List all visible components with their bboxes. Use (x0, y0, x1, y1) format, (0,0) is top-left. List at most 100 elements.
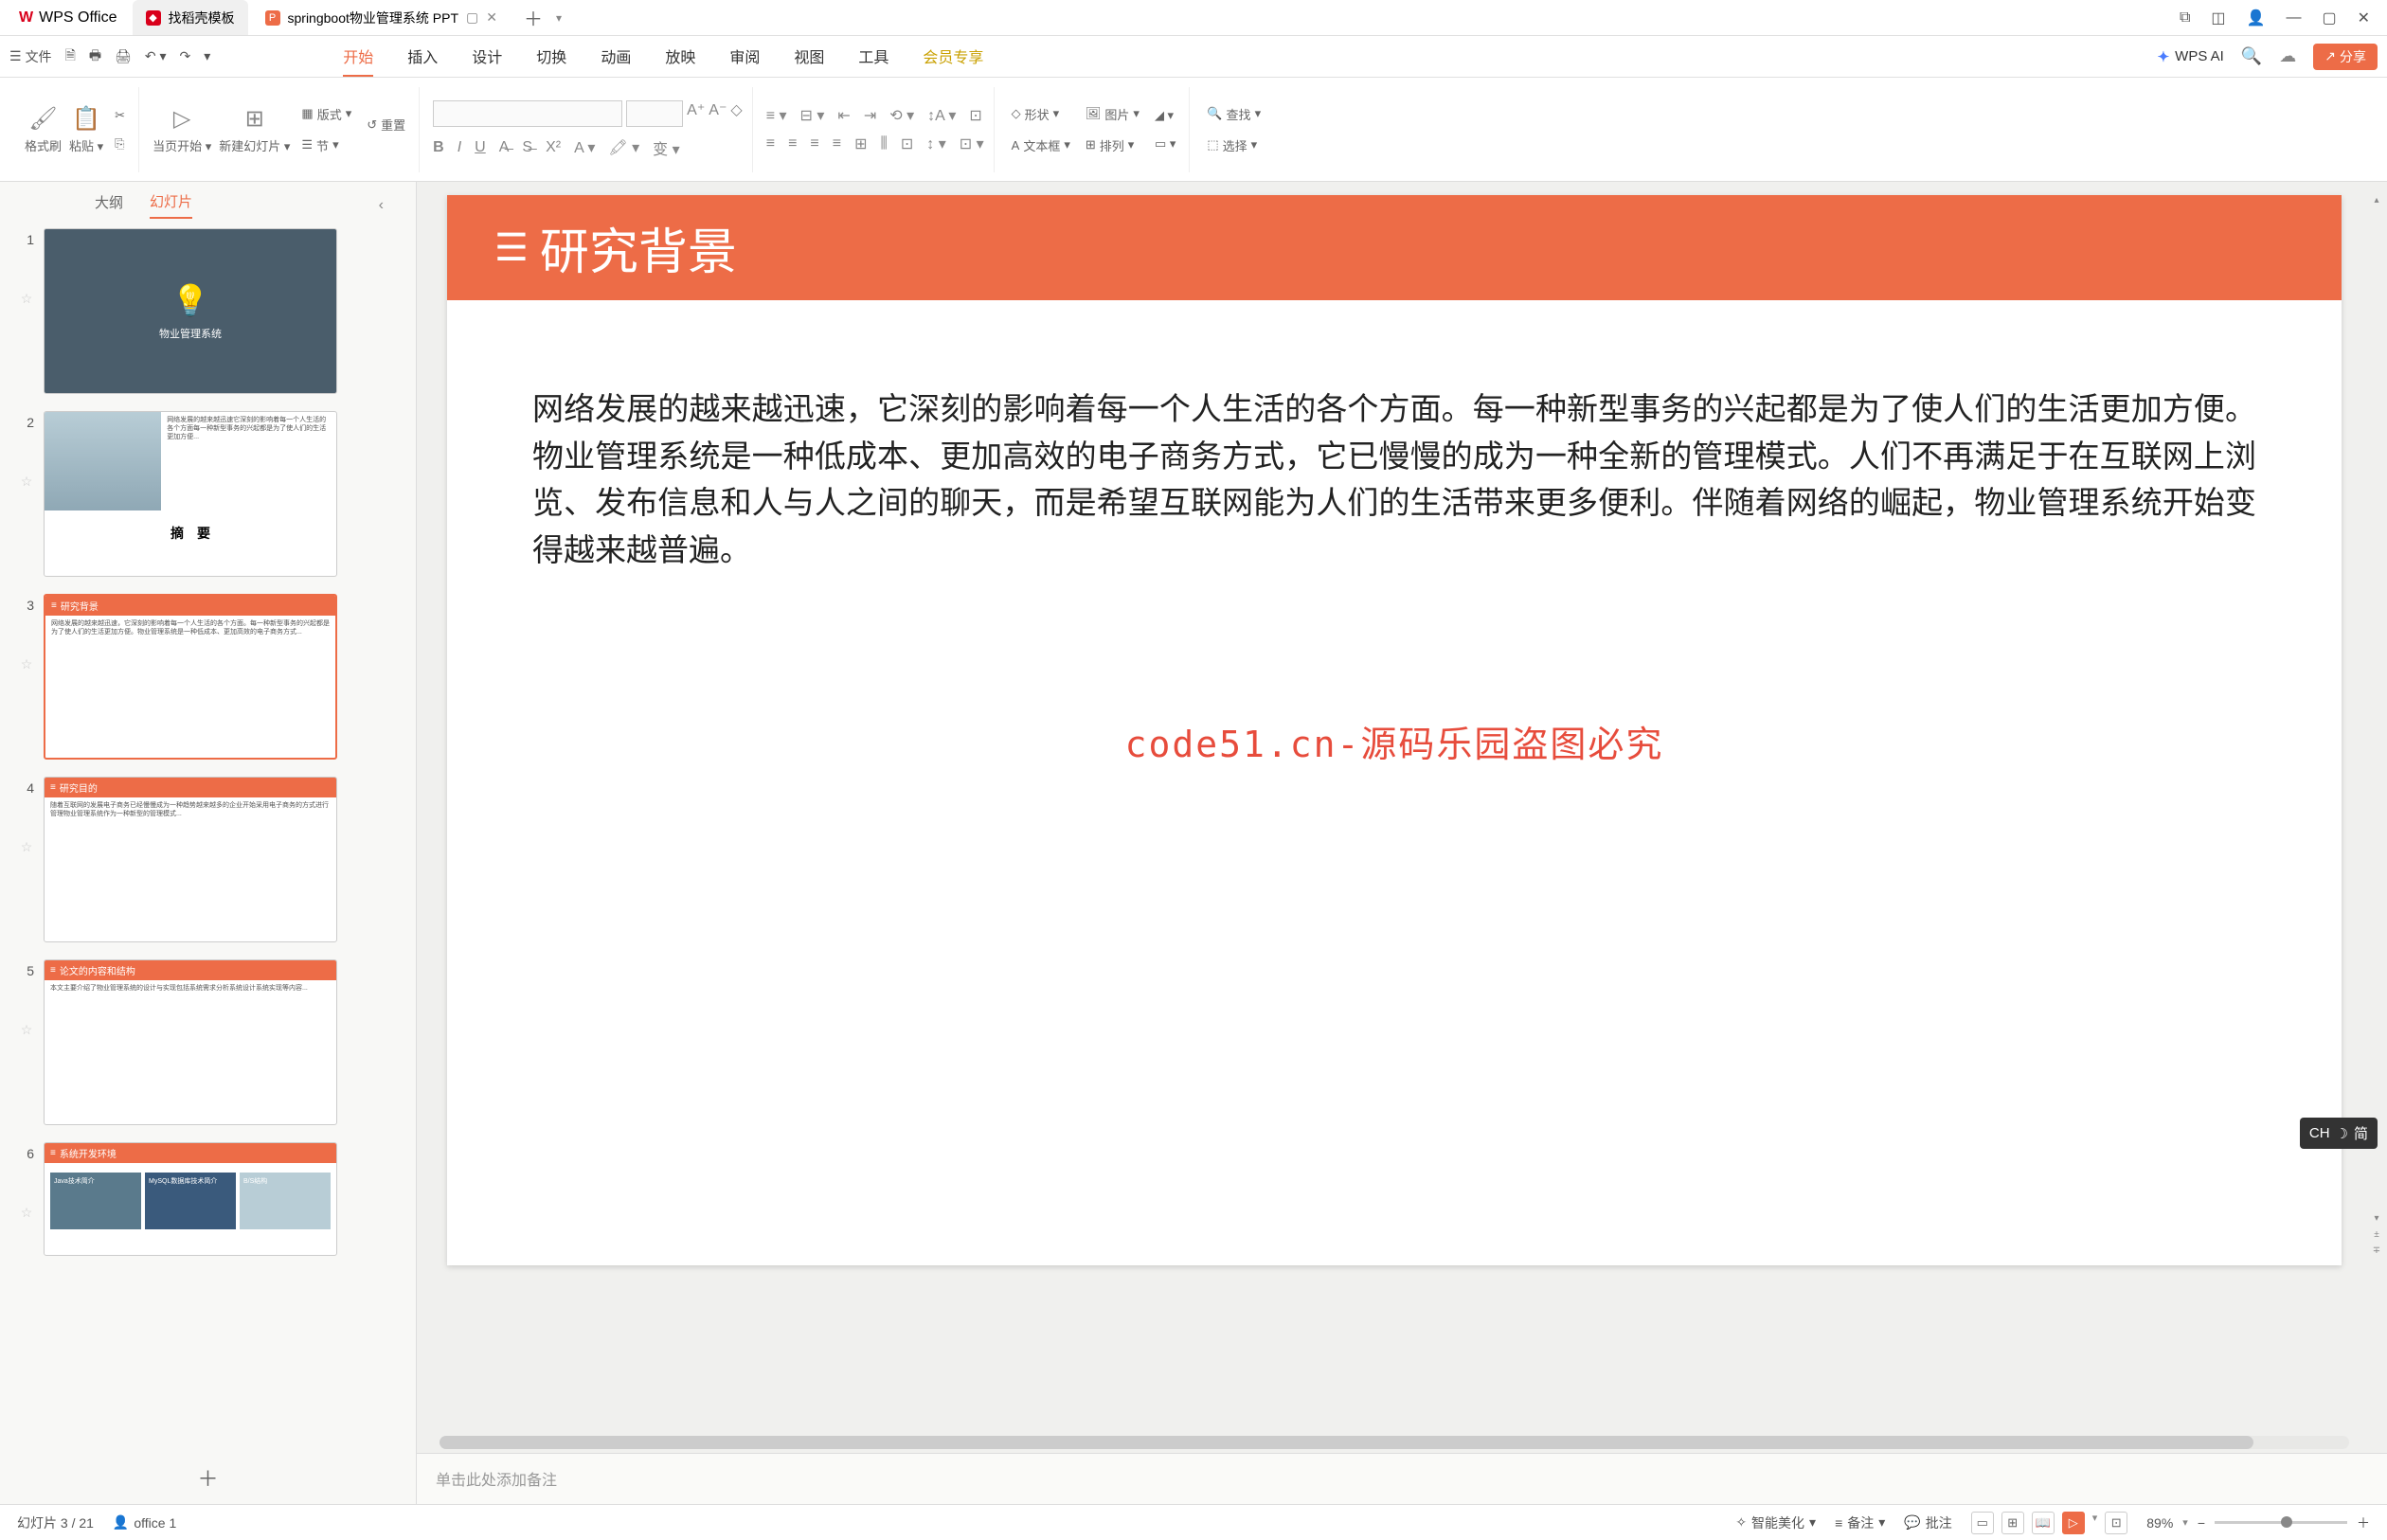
format-painter-button[interactable]: 🖌 格式刷 (25, 105, 62, 154)
numbering-icon[interactable]: ⊟ ▾ (800, 106, 825, 125)
slideshow-view-icon[interactable]: ▷ (2062, 1512, 2085, 1534)
superscript-icon[interactable]: X² (546, 139, 561, 156)
slide-body-text[interactable]: 网络发展的越来越迅速，它深刻的影响着每一个人生活的各个方面。每一种新型事务的兴起… (447, 300, 2342, 601)
slide-title[interactable]: 研究背景 (540, 212, 737, 283)
redo-icon[interactable]: ↷ (179, 48, 190, 64)
print-preview-icon[interactable]: 🖨 (115, 48, 132, 64)
menu-tab-insert[interactable]: 插入 (407, 37, 438, 77)
zoom-in-icon[interactable]: ＋ (2357, 1513, 2370, 1532)
reading-view-icon[interactable]: 📖 (2032, 1512, 2055, 1534)
horizontal-scrollbar[interactable] (440, 1436, 2349, 1449)
file-menu[interactable]: ☰ 文件 (9, 47, 52, 66)
slideshow-dropdown-icon[interactable]: ▾ (2092, 1512, 2098, 1534)
italic-icon[interactable]: I (458, 139, 461, 156)
phonetic-icon[interactable]: 变 ▾ (653, 136, 679, 159)
slide-indicator[interactable]: 幻灯片 3 / 21 (17, 1513, 94, 1532)
star-icon[interactable]: ☆ (21, 994, 33, 1038)
shape-button[interactable]: ◇ 形状 ▾ (1008, 103, 1074, 125)
next-slide-icon[interactable]: ∓ (2373, 1245, 2380, 1256)
text-direction-icon[interactable]: ⟲ ▾ (889, 106, 914, 125)
reset-button[interactable]: ↺ 重置 (363, 114, 409, 135)
menu-tab-animation[interactable]: 动画 (601, 37, 631, 77)
align-left-icon[interactable]: ≡ (766, 135, 775, 152)
font-color-icon[interactable]: A ▾ (574, 138, 595, 157)
sorter-view-icon[interactable]: ⊞ (2001, 1512, 2024, 1534)
zoom-dropdown-icon[interactable]: ▾ (2182, 1516, 2188, 1529)
wps-ai-button[interactable]: ✦ WPS AI (2158, 48, 2224, 65)
menu-tab-home[interactable]: 开始 (343, 37, 373, 77)
highlight-icon[interactable]: 🖍 ▾ (608, 138, 639, 157)
find-button[interactable]: 🔍 查找 ▾ (1203, 103, 1265, 125)
menu-tab-transition[interactable]: 切换 (536, 37, 566, 77)
bullets-icon[interactable]: ≡ ▾ (766, 106, 787, 125)
indent-dec-icon[interactable]: ⇤ (837, 106, 850, 125)
menu-tab-view[interactable]: 视图 (794, 37, 824, 77)
tab-menu-dropdown[interactable]: ▾ (556, 11, 562, 25)
tab-templates[interactable]: ◆ 找稻壳模板 (133, 0, 248, 35)
paste-button[interactable]: 📋 粘贴 ▾ (69, 105, 103, 154)
columns-icon[interactable]: ⫼ (881, 135, 888, 152)
star-icon[interactable]: ☆ (21, 628, 33, 672)
strikethrough-icon[interactable]: A̶ (499, 139, 510, 156)
zoom-handle[interactable] (2281, 1516, 2292, 1528)
app-logo[interactable]: W WPS Office (8, 0, 129, 35)
distribute-icon[interactable]: ⊞ (854, 134, 867, 153)
bold-icon[interactable]: B (433, 139, 444, 156)
zoom-out-icon[interactable]: − (2198, 1515, 2205, 1531)
scroll-down-icon[interactable]: ▾ (2374, 1213, 2378, 1224)
comments-button[interactable]: 💬 批注 (1904, 1513, 1951, 1532)
select-button[interactable]: ⬚ 选择 ▾ (1203, 134, 1265, 156)
undo-icon[interactable]: ↶ ▾ (145, 48, 167, 64)
copy-icon[interactable]: ⎘ (111, 134, 129, 153)
extra-view-icon[interactable]: ⊡ (2105, 1512, 2127, 1534)
minimize-icon[interactable]: — (2286, 9, 2301, 27)
menu-tab-design[interactable]: 设计 (472, 37, 502, 77)
notes-button[interactable]: ≡ 备注 ▾ (1835, 1513, 1885, 1532)
cloud-icon[interactable]: ☁ (2279, 46, 2296, 66)
strikethrough2-icon[interactable]: S̶ (522, 139, 532, 156)
close-window-icon[interactable]: ✕ (2358, 9, 2370, 27)
tab-document[interactable]: P springboot物业管理系统 PPT ▢ ✕ (252, 0, 511, 35)
star-icon[interactable]: ☆ (21, 445, 33, 490)
star-icon[interactable]: ☆ (21, 1176, 33, 1221)
normal-view-icon[interactable]: ▭ (1971, 1512, 1994, 1534)
slide-thumbnail-3[interactable]: ≡研究背景 网络发展的越来越迅速，它深刻的影响着每一个人生活的各个方面。每一种新… (44, 594, 337, 760)
image-button[interactable]: 🖼 图片 ▾ (1082, 103, 1143, 125)
textbox-button[interactable]: A 文本框 ▾ (1008, 134, 1074, 156)
slide-thumbnail-5[interactable]: ≡论文的内容和结构 本文主要介绍了物业管理系统的设计与实现包括系统需求分析系统设… (44, 959, 337, 1125)
align-right-icon[interactable]: ≡ (810, 135, 818, 152)
multi-window-icon[interactable]: ⧉ (2180, 9, 2190, 27)
share-button[interactable]: ↗ 分享 (2313, 44, 2378, 70)
print-icon[interactable]: 🖶 (89, 45, 101, 68)
align-center-icon[interactable]: ≡ (788, 135, 797, 152)
section-button[interactable]: ☰ 节 ▾ (297, 134, 355, 156)
line-height-icon[interactable]: ↕ ▾ (926, 134, 945, 153)
menu-tab-review[interactable]: 审阅 (729, 37, 760, 77)
scroll-up-icon[interactable]: ▴ (2374, 195, 2378, 206)
slide-thumbnail-4[interactable]: ≡研究目的 随着互联网的发展电子商务已经慢慢成为一种趋势越来越多的企业开始采用电… (44, 777, 337, 942)
user-avatar[interactable]: 👤 (2247, 9, 2266, 27)
font-family-select[interactable] (433, 100, 622, 127)
paragraph-more-icon[interactable]: ⊡ ▾ (960, 134, 984, 153)
slide-canvas[interactable]: ☰ 研究背景 网络发展的越来越迅速，它深刻的影响着每一个人生活的各个方面。每一种… (417, 182, 2387, 1453)
slide-thumbnail-2[interactable]: 网络发展的越来越迅速它深刻的影响着每一个人生活的各个方面每一种新型事务的兴起都是… (44, 411, 337, 577)
add-slide-button[interactable]: ＋ (0, 1451, 416, 1504)
align-text-icon[interactable]: ⊡ (969, 106, 981, 125)
slide-header[interactable]: ☰ 研究背景 (447, 195, 2342, 300)
fill-icon[interactable]: ◢ ▾ (1151, 106, 1179, 125)
current-slide[interactable]: ☰ 研究背景 网络发展的越来越迅速，它深刻的影响着每一个人生活的各个方面。每一种… (447, 195, 2342, 1265)
indent-inc-icon[interactable]: ⇥ (864, 106, 876, 125)
scrollbar-thumb[interactable] (440, 1436, 2253, 1449)
qat-dropdown-icon[interactable]: ▾ (204, 48, 210, 64)
star-icon[interactable]: ☆ (21, 811, 33, 855)
grow-font-icon[interactable]: A⁺ (687, 100, 705, 127)
present-icon[interactable]: ▢ (466, 9, 478, 26)
spacing-icon[interactable]: ⊡ (901, 134, 913, 153)
save-icon[interactable]: 🗎 (65, 45, 76, 68)
vertical-scrollbar[interactable]: ▴ ▾ ± ∓ (2370, 195, 2383, 1256)
star-icon[interactable]: ☆ (21, 262, 33, 307)
collapse-panel-icon[interactable]: ‹ (379, 197, 384, 214)
panel-tab-slides[interactable]: 幻灯片 (150, 191, 192, 219)
notes-area[interactable]: 单击此处添加备注 (417, 1453, 2387, 1504)
menu-tab-slideshow[interactable]: 放映 (665, 37, 695, 77)
